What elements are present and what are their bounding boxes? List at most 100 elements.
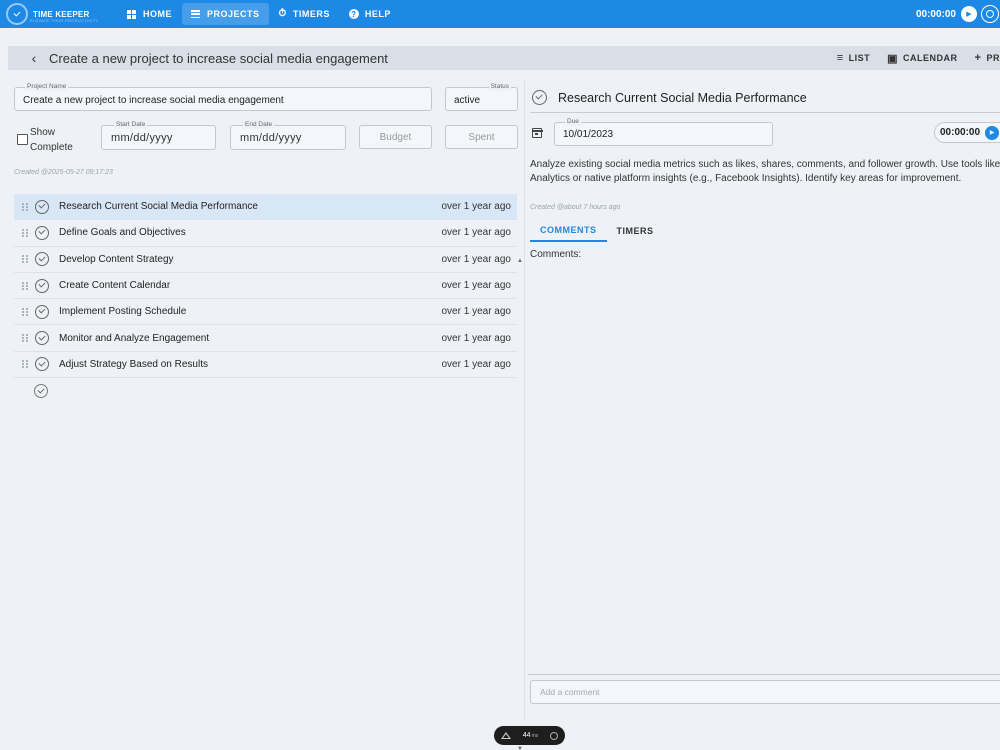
task-detail-title-row: Research Current Social Media Performanc… [530,90,807,105]
calendar-view-label: CALENDAR [903,53,958,63]
due-label: Due [565,117,581,126]
task-description-line: Analyze existing social media metrics su… [530,159,1000,170]
main-nav: HOME PROJECTS ⏱ TIMERS ? HELP [118,0,401,28]
task-row[interactable]: Research Current Social Media Performanc… [14,194,517,221]
show-complete-label: Show Complete [30,125,74,155]
start-date-value: mm/dd/yyyy [111,132,173,144]
nav-timers[interactable]: ⏱ TIMERS [270,3,339,25]
global-timer-value: 00:00:00 [915,8,956,20]
nav-projects-label: PROJECTS [207,9,260,19]
task-name: Define Goals and Objectives [59,227,186,239]
project-header: ‹ Create a new project to increase socia… [8,46,1000,70]
drag-handle-icon[interactable] [22,202,28,211]
scroll-up-arrow-icon[interactable]: ▲ [517,258,523,264]
add-task-row[interactable] [14,378,517,404]
app-logo[interactable]: TIME KEEPER ELEVATE YOUR PRODUCTIVITY [0,0,118,28]
tab-timers[interactable]: TIMERS [607,220,664,242]
task-time: over 1 year ago [441,332,512,344]
task-row[interactable]: Create Content Calendar over 1 year ago [14,273,517,300]
drag-handle-icon[interactable] [22,307,28,316]
project-panel: Project Name Create a new project to inc… [0,70,523,750]
comments-label: Comments: [530,249,582,260]
drag-handle-icon[interactable] [22,255,28,264]
end-date-field[interactable]: End Date mm/dd/yyyy [230,120,346,150]
back-chevron-icon[interactable]: ‹ [22,50,46,66]
comment-input[interactable]: Add a comment [530,680,1000,704]
scroll-down-arrow-icon[interactable]: ▼ [517,746,523,750]
project-name-label: Project Name [25,82,69,91]
global-timer: 00:00:00 ▶ [916,3,1000,25]
status-label: Status [488,82,511,91]
check-circle-icon[interactable] [35,252,49,267]
end-date-label: End Date [243,120,275,129]
calendar-icon[interactable] [531,128,543,138]
plus-icon: + [974,52,982,64]
end-date-value: mm/dd/yyyy [240,132,302,144]
task-row[interactable]: Implement Posting Schedule over 1 year a… [14,299,517,326]
drag-handle-icon[interactable] [22,334,28,343]
list-view-label: LIST [848,53,871,63]
calendar-view-button[interactable]: ▣ CALENDAR [887,52,957,65]
task-description-line: Analytics or native platform insights (e… [530,173,962,184]
stop-timer-icon[interactable] [981,5,999,23]
task-detail-panel: Research Current Social Media Performanc… [526,70,1000,750]
project-name-value: Create a new project to increase social … [23,95,284,106]
spent-placeholder: Spent [468,132,495,143]
nav-timers-label: TIMERS [292,9,330,19]
check-circle-icon[interactable] [35,331,49,346]
task-row[interactable]: Define Goals and Objectives over 1 year … [14,220,517,247]
tab-comments[interactable]: COMMENTS [530,220,607,242]
header-actions: ≡ LIST ▣ CALENDAR + PR [820,46,1000,70]
task-description[interactable]: Analyze existing social media metrics su… [530,158,1000,186]
nav-home[interactable]: HOME [118,3,181,25]
spent-input[interactable]: Spent [445,125,518,149]
task-detail-title: Research Current Social Media Performanc… [558,90,807,105]
status-field[interactable]: Status active [445,82,518,111]
check-circle-icon[interactable] [35,225,49,240]
add-project-label: PR [986,53,1000,63]
page-title: Create a new project to increase social … [49,50,388,66]
task-time: over 1 year ago [441,306,512,318]
logo-triangle-icon [501,732,511,739]
start-date-label: Start Date [114,120,148,129]
task-row[interactable]: Adjust Strategy Based on Results over 1 … [14,352,517,379]
nav-projects[interactable]: PROJECTS [182,3,269,25]
check-circle-icon[interactable] [532,90,547,105]
project-name-field[interactable]: Project Name Create a new project to inc… [14,82,432,111]
task-name: Research Current Social Media Performanc… [59,201,258,213]
budget-input[interactable]: Budget [359,125,432,149]
drag-handle-icon[interactable] [22,360,28,369]
check-circle-icon[interactable] [35,278,49,293]
check-circle-icon[interactable] [35,304,49,319]
task-timer: 00:00:00 ▶ [934,122,1000,143]
play-icon[interactable]: ▶ [961,6,977,22]
task-row[interactable]: Monitor and Analyze Engagement over 1 ye… [14,325,517,352]
show-complete-checkbox[interactable] [17,134,28,145]
task-name: Monitor and Analyze Engagement [59,332,210,344]
settings-gear-icon[interactable] [550,731,558,740]
check-circle-icon[interactable] [35,199,49,214]
nav-help[interactable]: ? HELP [340,3,400,25]
status-value: active [454,95,481,106]
comment-placeholder: Add a comment [540,687,600,697]
play-icon[interactable]: ▶ [985,125,1000,140]
start-date-field[interactable]: Start Date mm/dd/yyyy [101,120,216,150]
task-name: Create Content Calendar [59,280,171,292]
add-project-button[interactable]: + PR [975,52,1000,64]
add-task-check-icon[interactable] [34,384,48,399]
check-circle-icon[interactable] [35,357,49,372]
stopwatch-icon: ⏱ [278,8,287,19]
logo-subtext: ELEVATE YOUR PRODUCTIVITY [30,18,99,23]
performance-badge[interactable]: 44ms [494,726,565,745]
drag-handle-icon[interactable] [22,228,28,237]
task-row[interactable]: Develop Content Strategy over 1 year ago [14,247,517,273]
task-list: Research Current Social Media Performanc… [14,194,517,404]
due-date-field[interactable]: Due 10/01/2023 [554,117,773,146]
task-name: Implement Posting Schedule [59,306,187,318]
list-view-button[interactable]: ≡ LIST [837,52,870,64]
perf-value: 44ms [523,732,538,739]
task-time: over 1 year ago [441,227,512,239]
show-complete-text: Show Complete [30,127,73,153]
drag-handle-icon[interactable] [22,281,28,290]
comments-divider [528,674,1000,675]
